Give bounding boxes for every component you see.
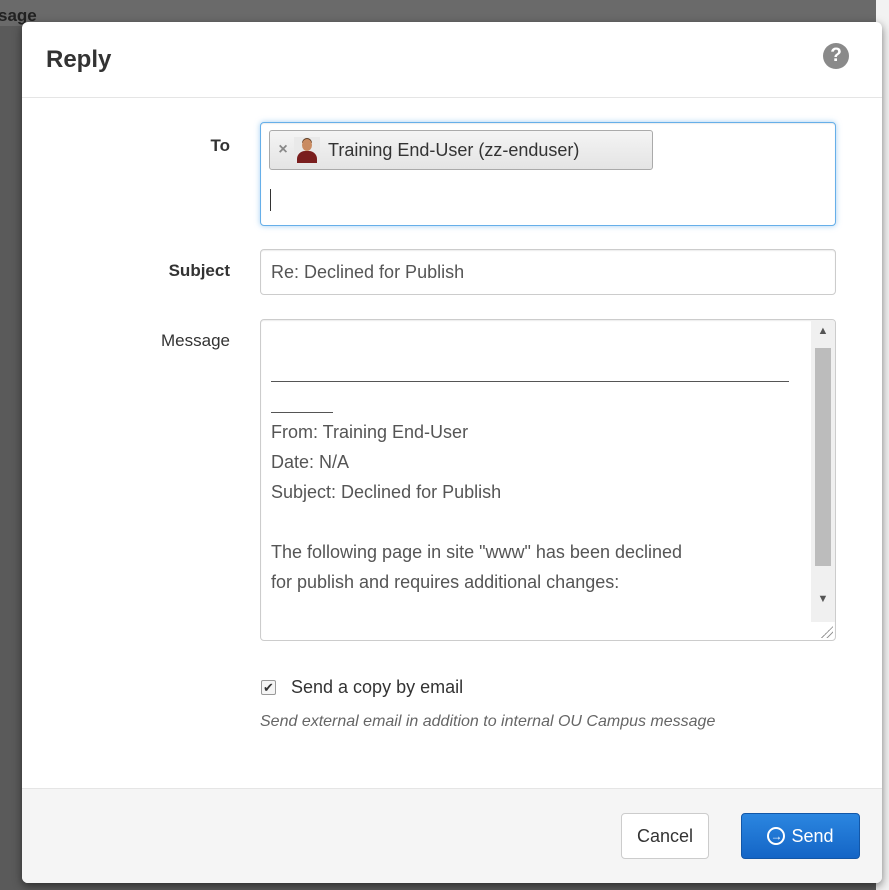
text-caret — [270, 189, 271, 211]
message-textarea[interactable]: From: Training End-User Date: N/A Subjec… — [260, 319, 836, 641]
user-avatar-icon — [294, 137, 320, 163]
reply-dialog: Reply ? To × Training End-User (zz-endus… — [22, 22, 882, 883]
arrow-circle-right-icon: → — [767, 827, 786, 845]
remove-recipient-icon[interactable]: × — [272, 141, 294, 159]
message-line: Date: N/A — [271, 452, 350, 472]
resize-handle-icon[interactable] — [821, 626, 833, 638]
dialog-footer: Cancel → Send — [22, 788, 882, 883]
scroll-up-icon[interactable]: ▲ — [811, 320, 835, 342]
subject-input[interactable] — [260, 249, 836, 295]
dialog-header: Reply ? — [22, 22, 882, 98]
cancel-button-label: Cancel — [636, 825, 694, 846]
message-divider-short — [271, 412, 333, 413]
message-label: Message — [161, 331, 230, 350]
cancel-button[interactable]: Cancel — [621, 813, 709, 859]
to-label: To — [210, 136, 230, 155]
message-line: From: Training End-User — [271, 422, 469, 442]
message-line: for publish and requires additional chan… — [271, 572, 620, 592]
message-line: The following page in site "www" has bee… — [271, 542, 683, 562]
subject-label: Subject — [168, 261, 230, 280]
message-scrollbar[interactable]: ▲ ▼ — [811, 320, 835, 622]
scroll-down-icon[interactable]: ▼ — [811, 588, 835, 610]
recipient-name: Training End-User (zz-enduser) — [328, 139, 580, 160]
send-button-label: Send — [791, 825, 834, 846]
message-line: Subject: Declined for Publish — [271, 482, 502, 502]
send-copy-checkbox[interactable]: ✔ — [261, 680, 276, 695]
send-copy-label[interactable]: Send a copy by email — [291, 677, 463, 698]
send-copy-help: Send external email in addition to inter… — [260, 713, 716, 730]
scroll-thumb[interactable] — [815, 348, 831, 566]
message-divider — [271, 381, 789, 382]
send-button[interactable]: → Send — [741, 813, 860, 859]
question-circle-icon[interactable]: ? — [823, 43, 849, 69]
recipient-token: × Training End-User (zz-enduser) — [269, 130, 653, 170]
dialog-title: Reply — [46, 46, 112, 73]
to-field[interactable]: × Training End-User (zz-enduser) — [260, 122, 836, 226]
